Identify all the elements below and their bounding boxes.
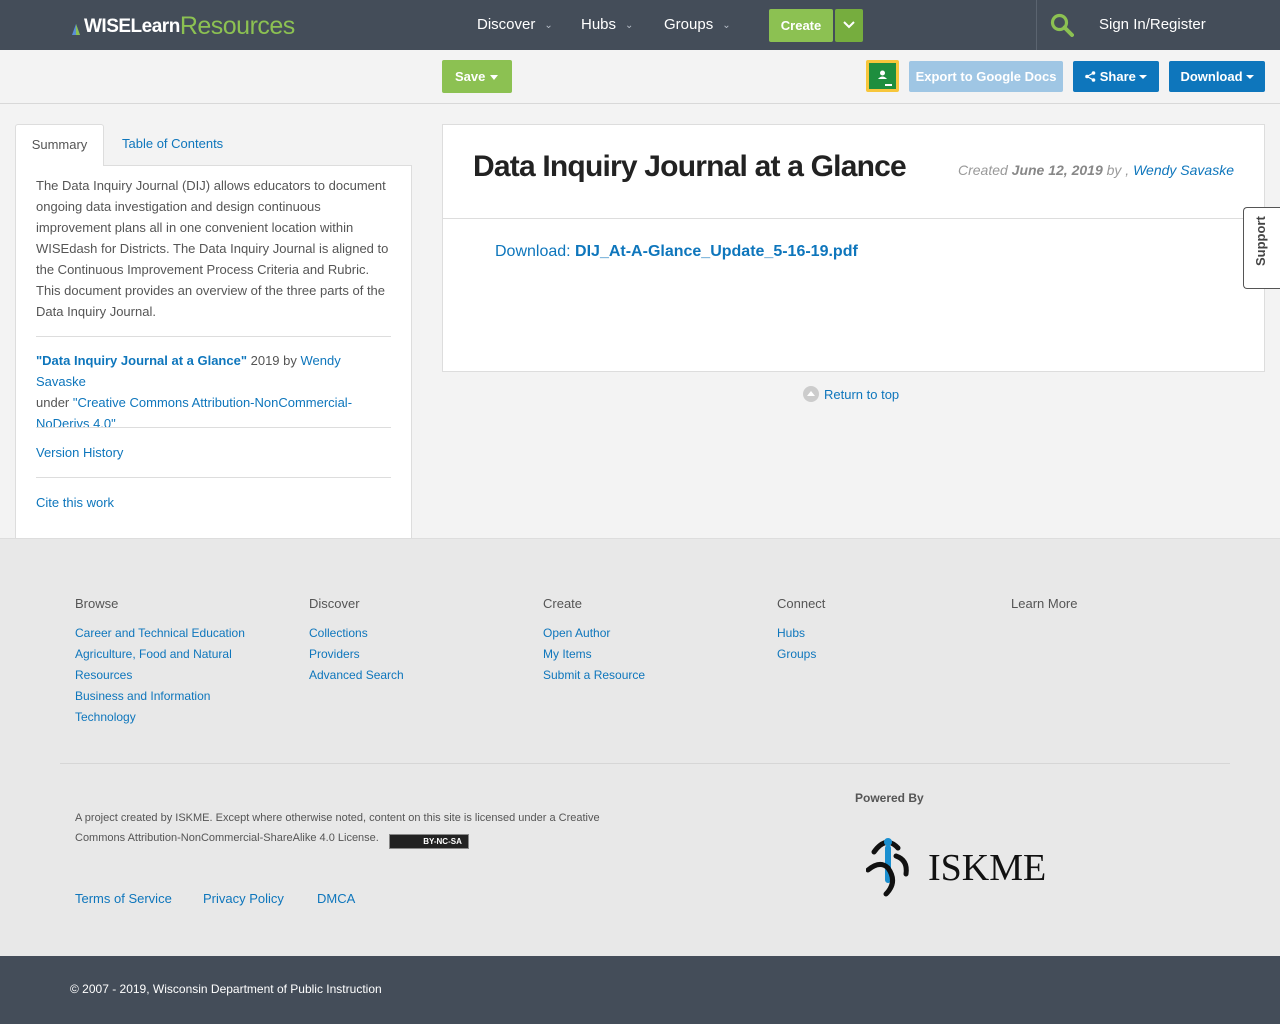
chevron-down-icon: ⌄ bbox=[625, 20, 634, 31]
nav-groups[interactable]: Groups ⌄ bbox=[664, 0, 731, 50]
created-label: Created bbox=[957, 162, 1012, 178]
logo-wise-text: WISELearn bbox=[84, 16, 180, 37]
cc-badge-label: BY-NC-SA bbox=[423, 837, 462, 846]
cite-this-work-link[interactable]: Cite this work bbox=[36, 495, 114, 510]
divider bbox=[36, 427, 391, 428]
download-button[interactable]: Download bbox=[1169, 61, 1265, 92]
attribution-year-by: 2019 by bbox=[247, 353, 301, 368]
sign-in-register-link[interactable]: Sign In/Register bbox=[1099, 0, 1206, 50]
attribution: "Data Inquiry Journal at a Glance" 2019 … bbox=[36, 350, 391, 434]
divider bbox=[36, 477, 391, 478]
google-classroom-icon[interactable] bbox=[866, 60, 899, 92]
save-label: Save bbox=[455, 69, 486, 84]
share-label: Share bbox=[1099, 69, 1136, 84]
page-title: Data Inquiry Journal at a Glance bbox=[473, 150, 907, 183]
caret-down-icon bbox=[490, 75, 498, 80]
created-info: Created June 12, 2019 by , Wendy Savaske bbox=[958, 162, 1234, 178]
divider bbox=[36, 336, 391, 337]
nav-hubs-label: Hubs bbox=[581, 16, 617, 33]
footer-link-open-author[interactable]: Open Author bbox=[543, 623, 723, 644]
tab-summary[interactable]: Summary bbox=[15, 124, 104, 166]
chevron-down-icon bbox=[843, 21, 855, 29]
footer-link-advanced-search[interactable]: Advanced Search bbox=[309, 665, 489, 686]
share-button[interactable]: Share bbox=[1073, 61, 1159, 92]
support-label: Support bbox=[1253, 216, 1268, 266]
footer-link-providers[interactable]: Providers bbox=[309, 644, 489, 665]
footer-link-agriculture[interactable]: Agriculture, Food and Natural Resources bbox=[75, 644, 250, 686]
site-logo[interactable]: WISELearn Resources bbox=[70, 12, 296, 40]
footer-link-business[interactable]: Business and Information Technology bbox=[75, 686, 225, 728]
caret-down-icon bbox=[1138, 75, 1147, 79]
version-history-link[interactable]: Version History bbox=[36, 445, 123, 460]
support-tab[interactable]: Support bbox=[1243, 207, 1280, 289]
nav-hubs[interactable]: Hubs ⌄ bbox=[581, 0, 633, 50]
privacy-policy-link[interactable]: Privacy Policy bbox=[203, 891, 284, 906]
classroom-people-icon bbox=[878, 70, 892, 86]
footer-heading-create: Create bbox=[543, 596, 583, 611]
divider bbox=[443, 218, 1264, 219]
nav-groups-label: Groups bbox=[664, 16, 714, 33]
terms-of-service-link[interactable]: Terms of Service bbox=[75, 891, 172, 906]
powered-by-label: Powered By bbox=[855, 791, 924, 805]
caret-down-icon bbox=[1245, 75, 1254, 79]
attribution-under: under bbox=[36, 395, 73, 410]
chevron-down-icon: ⌄ bbox=[722, 20, 731, 31]
nav-discover[interactable]: Discover ⌄ bbox=[477, 0, 553, 50]
iskme-logo[interactable]: ISKME bbox=[866, 830, 1062, 900]
footer-link-hubs[interactable]: Hubs bbox=[777, 623, 957, 644]
cc-license-badge[interactable]: BY-NC-SA bbox=[388, 834, 469, 849]
chevron-down-icon: ⌄ bbox=[544, 20, 553, 31]
footer-divider bbox=[60, 763, 1230, 764]
return-to-top-label: Return to top bbox=[824, 387, 900, 402]
site-footer bbox=[0, 538, 1280, 956]
attachment-file-link[interactable]: DIJ_At-A-Glance_Update_5-16-19.pdf bbox=[575, 243, 858, 260]
download-label-text: Download: bbox=[495, 243, 576, 260]
license-notice: A project created by ISKME. Except where… bbox=[75, 808, 620, 849]
iskme-wordmark: ISKME bbox=[928, 847, 1046, 889]
download-attachment: Download: DIJ_At-A-Glance_Update_5-16-19… bbox=[495, 243, 858, 261]
footer-heading-connect: Connect bbox=[777, 596, 826, 611]
resource-description: The Data Inquiry Journal (DIJ) allows ed… bbox=[36, 178, 389, 319]
nav-discover-label: Discover bbox=[477, 16, 536, 33]
footer-heading-browse: Browse bbox=[75, 596, 119, 611]
dmca-link[interactable]: DMCA bbox=[317, 891, 355, 906]
share-icon bbox=[1085, 71, 1096, 82]
created-date: June 12, 2019 bbox=[1011, 162, 1103, 178]
tab-table-of-contents[interactable]: Table of Contents bbox=[122, 124, 223, 164]
license-text: A project created by ISKME. Except where… bbox=[75, 812, 600, 844]
create-dropdown-toggle[interactable] bbox=[835, 9, 863, 42]
footer-link-collections[interactable]: Collections bbox=[309, 623, 489, 644]
save-button[interactable]: Save bbox=[442, 60, 512, 93]
author-link[interactable]: Wendy Savaske bbox=[1133, 162, 1234, 178]
arrow-up-icon bbox=[803, 386, 819, 402]
footer-heading-discover: Discover bbox=[309, 596, 360, 611]
create-button[interactable]: Create bbox=[769, 9, 833, 42]
footer-link-cte[interactable]: Career and Technical Education bbox=[75, 623, 255, 644]
logo-resources-text: Resources bbox=[179, 12, 296, 40]
footer-heading-learn-more: Learn More bbox=[1011, 596, 1078, 611]
created-by: by , bbox=[1102, 162, 1134, 178]
nav-divider bbox=[1036, 0, 1037, 50]
footer-link-my-items[interactable]: My Items bbox=[543, 644, 723, 665]
logo-drop-icon bbox=[72, 24, 80, 35]
download-label: Download bbox=[1180, 69, 1243, 84]
search-icon[interactable] bbox=[1050, 13, 1074, 37]
export-google-docs-button[interactable]: Export to Google Docs bbox=[909, 61, 1063, 92]
attribution-license-link[interactable]: "Creative Commons Attribution-NonCommerc… bbox=[36, 395, 352, 431]
copyright-text: © 2007 - 2019, Wisconsin Department of P… bbox=[70, 982, 382, 996]
footer-link-groups[interactable]: Groups bbox=[777, 644, 957, 665]
attribution-title-link[interactable]: "Data Inquiry Journal at a Glance" bbox=[36, 353, 247, 368]
footer-link-submit-resource[interactable]: Submit a Resource bbox=[543, 665, 723, 686]
return-to-top-link[interactable]: Return to top bbox=[803, 386, 899, 402]
